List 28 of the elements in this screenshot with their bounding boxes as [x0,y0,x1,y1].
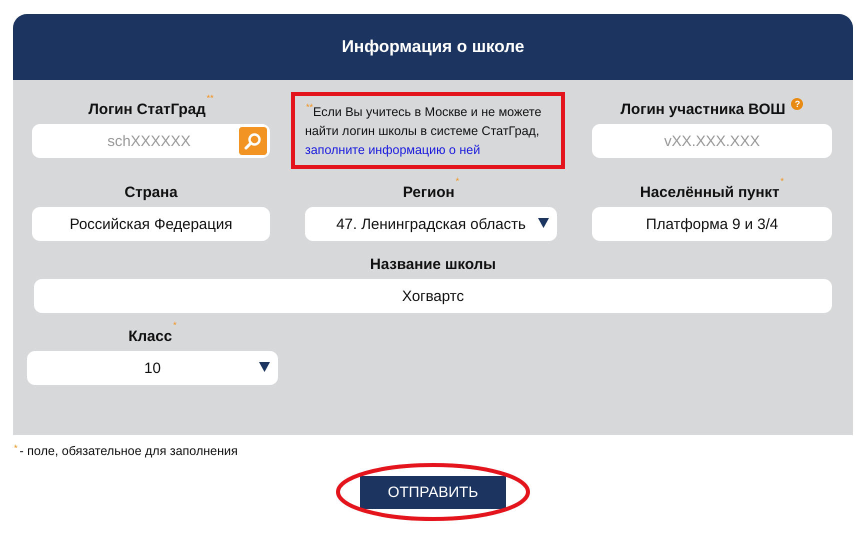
input-field[interactable]: vXX.XXX.XXX [592,124,832,158]
footnote-text: - поле, обязательное для заполнения [20,444,238,458]
fill-info-link[interactable]: заполните информацию о ней [305,143,480,157]
caret-icon [259,362,270,372]
required-mark: ** [206,94,214,103]
field-label: Логин участника ВОШ [620,101,786,118]
field-label: Название школы [370,256,496,273]
search-button[interactable] [239,127,267,155]
caret-icon [538,218,549,228]
submit-button[interactable]: ОТПРАВИТЬ [360,476,506,508]
search-field[interactable]: schXXXXXX [32,124,270,158]
field-label: Регион [402,184,455,201]
input-field[interactable]: Российская Федерация [32,207,270,241]
required-mark: * [14,444,18,453]
select-field[interactable]: 47. Ленинградская область [305,207,557,241]
required-mark: * [173,321,177,330]
required-mark: * [456,177,460,186]
required-mark: * [780,177,784,186]
field-label: Логин СтатГрад [88,101,206,118]
input-field[interactable]: Хогвартс [34,279,832,313]
field-label: Населённый пункт [640,184,780,201]
input-field[interactable]: Платформа 9 и 3/4 [592,207,832,241]
note-text: $^{**}$Если Вы учитесь в Москве и не можете найти логин школы в системе СтатГрад, заполните информацию о ней [305,103,542,159]
search-icon [244,132,262,150]
form-title: Информация о школе [342,37,524,57]
field-label: Класс [128,328,172,345]
select-field[interactable]: 10 [27,351,278,385]
field-label: Страна [124,184,178,201]
